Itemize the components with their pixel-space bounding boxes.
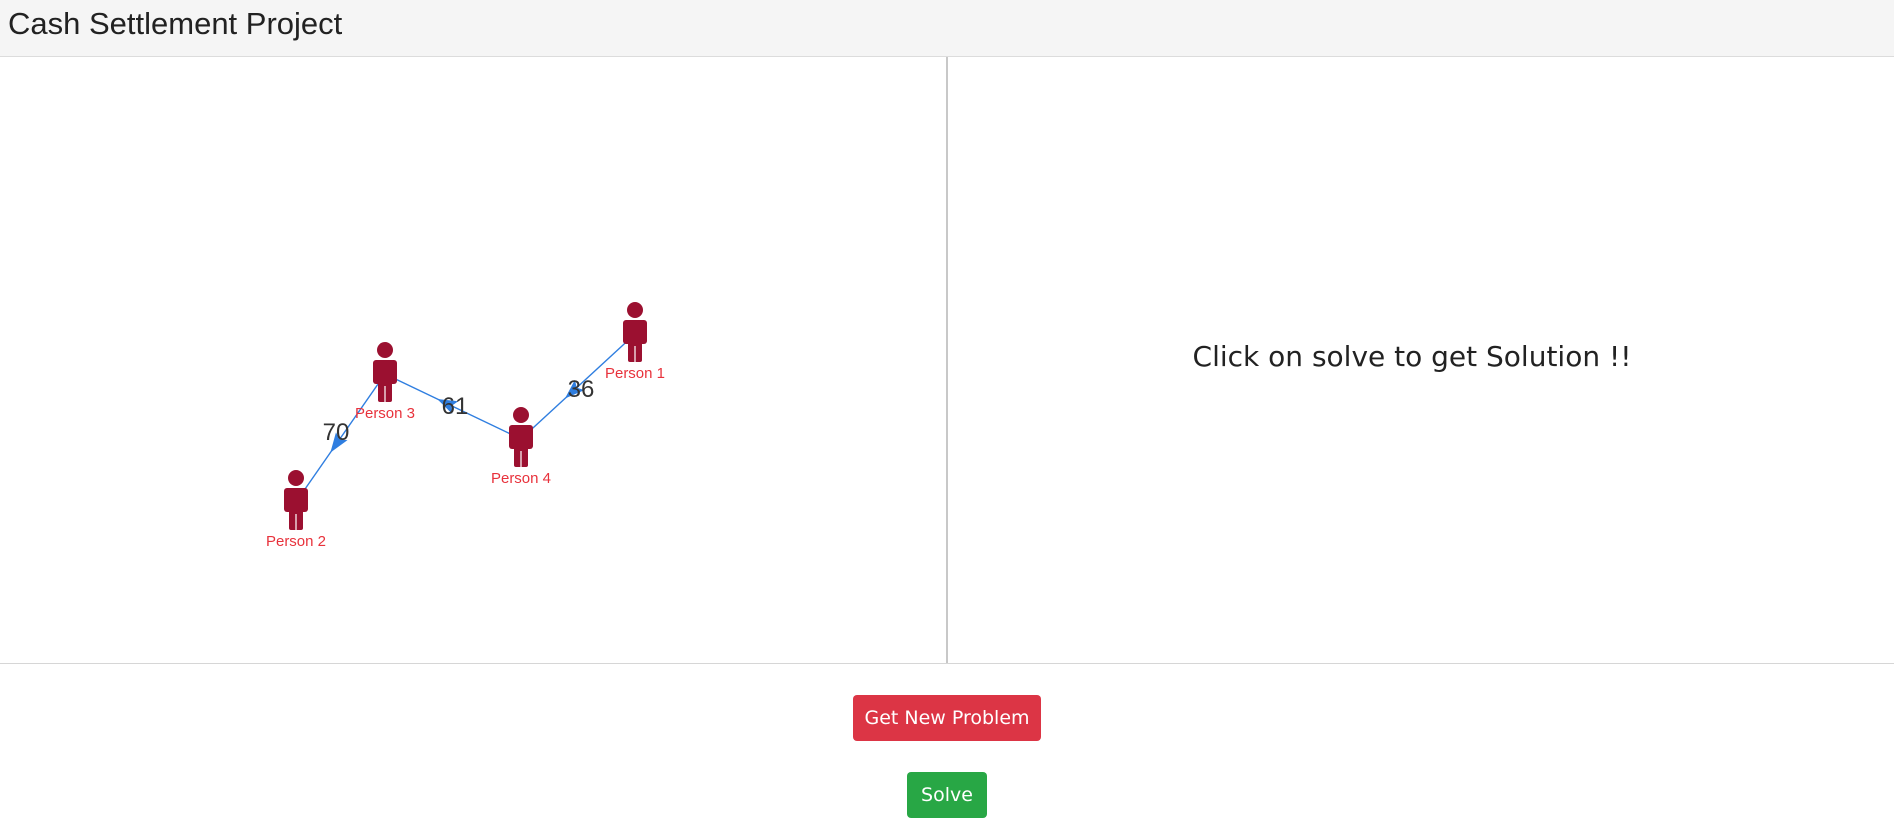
solution-message-text: Click on solve to get Solution !!: [1192, 340, 1632, 373]
main-panels: 70 61 36 Person 1 Person 2 Person 3 Person 4 …: [0, 57, 1894, 664]
solve-button[interactable]: Solve: [907, 772, 987, 818]
person-node-p2[interactable]: Person 2: [266, 470, 326, 550]
person-label: Person 2: [266, 533, 326, 550]
person-icon: [509, 407, 533, 467]
person-node-p1[interactable]: Person 1: [605, 302, 665, 382]
person-icon: [623, 302, 647, 362]
debt-graph: 70 61 36 Person 1 Person 2 Person 3 Person 4: [266, 302, 665, 550]
edge-amount-label: 61: [442, 393, 469, 420]
graph-panel: 70 61 36 Person 1 Person 2 Person 3 Person 4: [0, 57, 946, 663]
app-header: Cash Settlement Project: [0, 0, 1894, 57]
edge-amount-label: 36: [568, 376, 595, 403]
person-icon: [284, 470, 308, 530]
person-node-p3[interactable]: Person 3: [355, 342, 415, 422]
person-label: Person 1: [605, 365, 665, 382]
person-label: Person 3: [355, 405, 415, 422]
solution-panel: Click on solve to get Solution !!: [948, 57, 1894, 663]
person-label: Person 4: [491, 470, 551, 487]
app-title: Cash Settlement Project: [8, 6, 343, 41]
person-icon: [373, 342, 397, 402]
edge-amount-label: 70: [323, 419, 350, 446]
solution-message: Click on solve to get Solution !!: [948, 340, 1894, 373]
get-new-problem-button[interactable]: Get New Problem: [853, 695, 1041, 741]
